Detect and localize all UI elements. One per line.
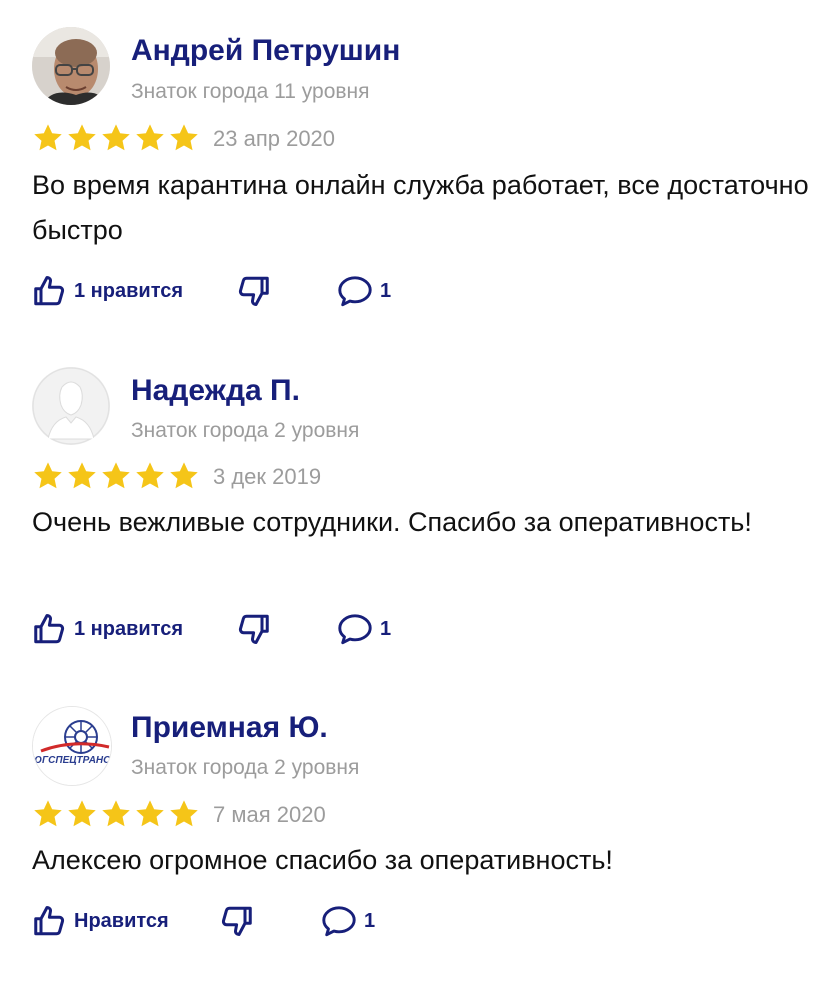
star-icon (68, 124, 96, 151)
thumbs-up-icon (34, 906, 65, 936)
dislike-button[interactable] (218, 903, 254, 939)
review-date: 7 мая 2020 (213, 802, 326, 827)
review-actions: 1 нравится 1 (32, 611, 532, 647)
thumbs-up-icon (34, 614, 65, 644)
thumbs-down-icon (238, 276, 269, 306)
author-level: Знаток города 2 уровня (131, 419, 360, 442)
comment-count: 1 (364, 909, 376, 932)
comments-button[interactable]: 1 (336, 273, 391, 309)
star-icon (170, 800, 198, 827)
user-avatar[interactable]: ЮГСПЕЦТРАНС (32, 706, 112, 786)
star-icon (68, 800, 96, 827)
author-name[interactable]: Андрей Петрушин (131, 34, 400, 68)
rating-stars (32, 122, 200, 154)
like-button[interactable]: 1 нравится (32, 273, 183, 309)
author-level: Знаток города 2 уровня (131, 756, 360, 779)
review-text: Очень вежливые сотрудники. Спасибо за оп… (32, 507, 752, 537)
dislike-button[interactable] (235, 611, 271, 647)
comment-bubble-icon (338, 276, 372, 307)
review-date: 3 дек 2019 (213, 464, 322, 489)
review-date: 23 апр 2020 (213, 126, 336, 151)
star-icon (170, 124, 198, 151)
rating-stars (32, 798, 200, 830)
user-avatar[interactable] (32, 367, 110, 445)
review-actions: 1 нравится 1 (32, 273, 532, 309)
star-icon (136, 124, 164, 151)
star-icon (34, 124, 62, 151)
star-icon (136, 462, 164, 489)
star-icon (170, 462, 198, 489)
thumbs-down-icon (238, 614, 269, 644)
comment-bubble-icon (338, 614, 372, 645)
author-level: Знаток города 11 уровня (131, 80, 370, 103)
star-icon (102, 462, 130, 489)
like-count-label: 1 нравится (74, 617, 184, 640)
comment-count: 1 (380, 279, 392, 302)
star-icon (102, 124, 130, 151)
default-user-avatar-icon (32, 367, 110, 445)
like-count-label: 1 нравится (74, 279, 184, 302)
star-icon (136, 800, 164, 827)
user-avatar[interactable] (32, 27, 110, 105)
company-logo-text: ЮГСПЕЦТРАНС (33, 755, 111, 766)
comment-count: 1 (380, 617, 392, 640)
thumbs-down-icon (221, 906, 252, 936)
like-button[interactable]: 1 нравится (32, 611, 183, 647)
star-icon (68, 462, 96, 489)
review-actions: Нравится 1 (32, 903, 532, 939)
author-name[interactable]: Приемная Ю. (131, 711, 328, 745)
company-logo-avatar-icon: ЮГСПЕЦТРАНС (33, 707, 111, 785)
review-text: Алексею огромное спасибо за оперативност… (32, 845, 613, 875)
author-name[interactable]: Надежда П. (131, 374, 300, 408)
rating-stars (32, 460, 200, 492)
star-icon (34, 800, 62, 827)
dislike-button[interactable] (235, 273, 271, 309)
star-icon (34, 462, 62, 489)
user-photo-avatar-icon (32, 27, 110, 105)
like-button[interactable]: Нравится (32, 903, 169, 939)
comments-button[interactable]: 1 (336, 611, 391, 647)
thumbs-up-icon (34, 276, 65, 306)
star-icon (102, 800, 130, 827)
review-text: Во время карантина онлайн служба работае… (32, 170, 809, 245)
comments-button[interactable]: 1 (320, 903, 375, 939)
comment-bubble-icon (322, 906, 356, 937)
like-label: Нравится (74, 909, 169, 932)
